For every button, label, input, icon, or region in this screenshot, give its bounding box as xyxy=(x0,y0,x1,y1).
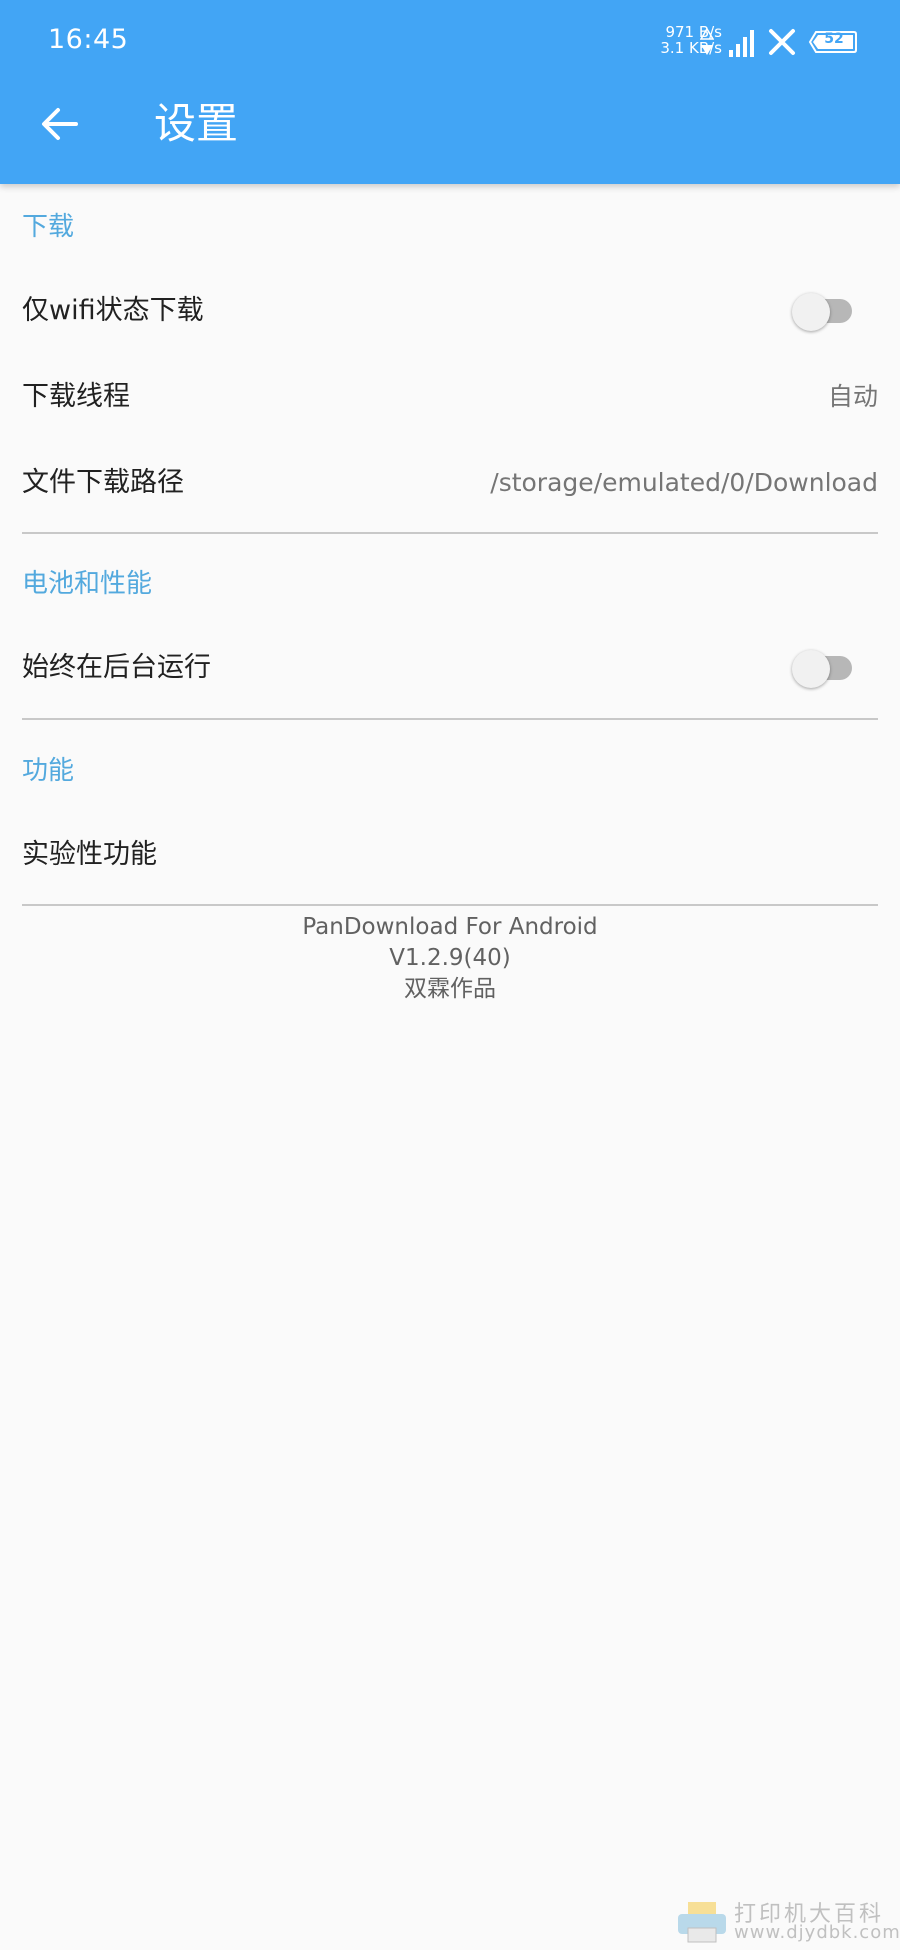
watermark: 打印机大百科 www.djydbk.com xyxy=(676,1896,900,1946)
app-bar: 16:45 971 B/s 3.1 KB/s 52 设置 xyxy=(0,0,900,184)
setting-value: /storage/emulated/0/Download xyxy=(490,468,878,497)
watermark-url: www.djydbk.com xyxy=(734,1922,900,1943)
setting-label: 下载线程 xyxy=(22,381,130,412)
app-author: 双霖作品 xyxy=(404,976,496,1002)
section-header-battery: 电池和性能 xyxy=(22,569,153,599)
setting-download-path[interactable]: 文件下载路径 /storage/emulated/0/Download xyxy=(0,440,900,526)
setting-label: 实验性功能 xyxy=(22,839,157,870)
printer-logo-icon xyxy=(678,1902,726,1943)
app-name: PanDownload For Android xyxy=(302,914,598,940)
setting-value: 自动 xyxy=(827,382,878,411)
toggle-thumb xyxy=(792,293,830,331)
status-time: 16:45 xyxy=(48,24,129,55)
back-button[interactable] xyxy=(26,90,94,158)
wifi-only-toggle[interactable] xyxy=(792,293,856,331)
section-divider xyxy=(22,532,878,534)
app-version: V1.2.9(40) xyxy=(389,945,511,971)
wifi-off-icon xyxy=(769,29,795,55)
setting-label: 仅wifi状态下载 xyxy=(22,295,204,326)
page-title: 设置 xyxy=(154,99,239,148)
section-header-download: 下载 xyxy=(22,212,75,242)
status-icons xyxy=(700,22,872,62)
arrow-left-icon xyxy=(42,108,78,140)
setting-experimental[interactable]: 实验性功能 xyxy=(0,812,900,898)
toggle-thumb xyxy=(792,650,830,688)
section-divider xyxy=(22,718,878,720)
setting-run-background[interactable]: 始终在后台运行 xyxy=(0,625,900,711)
setting-label: 文件下载路径 xyxy=(22,467,184,498)
section-header-features: 功能 xyxy=(22,756,75,786)
battery-level: 52 xyxy=(824,31,844,47)
section-divider xyxy=(22,904,878,906)
net-speed-arrows-icon xyxy=(700,28,714,55)
setting-wifi-only[interactable]: 仅wifi状态下载 xyxy=(0,268,900,354)
run-background-toggle[interactable] xyxy=(792,650,856,688)
setting-download-threads[interactable]: 下载线程 自动 xyxy=(0,354,900,440)
signal-icon xyxy=(729,30,754,57)
about-info: PanDownload For Android V1.2.9(40) 双霖作品 xyxy=(0,912,900,1005)
setting-label: 始终在后台运行 xyxy=(22,652,211,683)
